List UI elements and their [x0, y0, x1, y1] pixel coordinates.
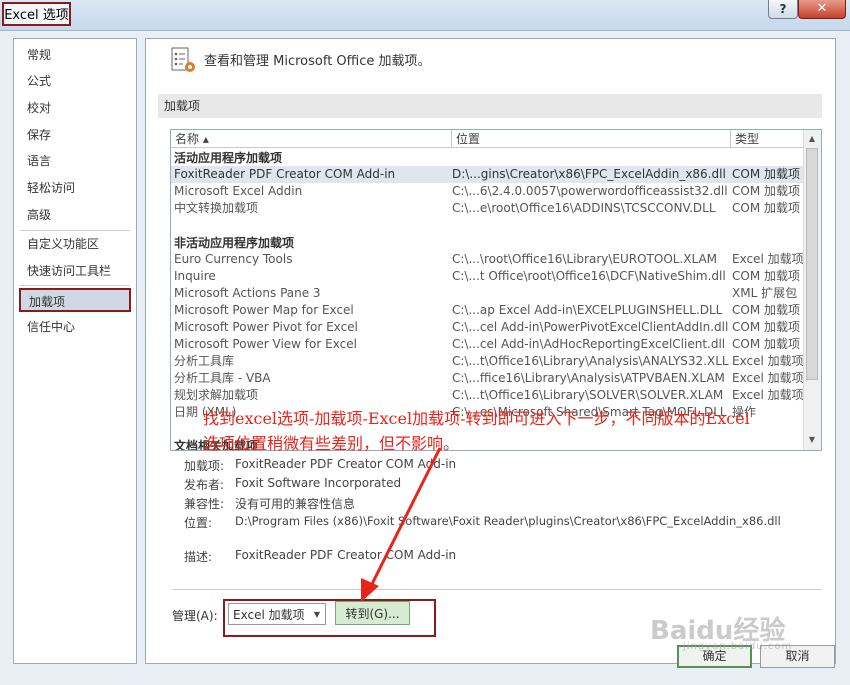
detail-value-compatibility: 没有可用的兼容性信息: [235, 497, 356, 511]
table-row[interactable]: Microsoft Excel Addin C:\...6\2.4.0.0057…: [171, 183, 805, 200]
options-nav: 常规 公式 校对 保存 语言 轻松访问 高级 自定义功能区 快速访问工具栏 加载…: [13, 38, 137, 664]
cell-name: Euro Currency Tools: [174, 252, 293, 266]
nav-item-formulas[interactable]: 公式: [19, 69, 131, 93]
detail-value-location: D:\Program Files (x86)\Foxit Software\Fo…: [235, 514, 781, 528]
nav-item-save[interactable]: 保存: [19, 123, 131, 147]
table-row[interactable]: 分析工具库 - VBA C:\...ffice16\Library\Analys…: [171, 370, 805, 387]
detail-label-addin: 加载项:: [184, 459, 225, 473]
nav-item-trust-center[interactable]: 信任中心: [19, 315, 131, 339]
cell-type: Excel 加载项: [732, 252, 804, 266]
table-row[interactable]: Inquire C:\...t Office\root\Office16\DCF…: [171, 268, 805, 285]
table-row[interactable]: 分析工具库 C:\...t\Office16\Library\Analysis\…: [171, 353, 805, 370]
cell-name: 分析工具库 - VBA: [174, 371, 271, 385]
cell-type: COM 加载项: [732, 167, 800, 181]
cell-name: 分析工具库: [174, 354, 235, 368]
cell-location: C:\...t Office\root\Office16\DCF\NativeS…: [452, 269, 726, 283]
cell-name: Microsoft Actions Pane 3: [174, 286, 321, 300]
cell-location: C:\...\root\Office16\Library\EUROTOOL.XL…: [452, 252, 718, 266]
cell-type: Excel 加载项: [732, 388, 804, 402]
cell-location: C:\...t\Office16\Library\Analysis\ANALYS…: [452, 354, 729, 368]
chevron-down-icon: ▼: [313, 610, 320, 619]
cell-name: Microsoft Power Pivot for Excel: [174, 320, 358, 334]
cell-name: Microsoft Power View for Excel: [174, 337, 357, 351]
section-title: 加载项: [158, 94, 822, 118]
title-bar: [0, 0, 850, 31]
table-row[interactable]: Euro Currency Tools C:\...\root\Office16…: [171, 251, 805, 268]
watermark-url: jingyan.baidu.com: [683, 641, 793, 652]
detail-label-location: 位置:: [184, 516, 213, 530]
cell-location: C:\...cel Add-in\AdHocReportingExcelClie…: [452, 337, 726, 351]
nav-item-general[interactable]: 常规: [19, 43, 131, 67]
table-row[interactable]: FoxitReader PDF Creator COM Add-in D:\..…: [171, 166, 805, 183]
manage-select-value: Excel 加载项: [233, 608, 305, 622]
cell-name: Inquire: [174, 269, 216, 283]
nav-item-quick-access-toolbar[interactable]: 快速访问工具栏: [19, 259, 131, 283]
cell-location: C:\...6\2.4.0.0057\powerwordofficeassist…: [452, 184, 728, 198]
cell-name: Microsoft Excel Addin: [174, 184, 303, 198]
group-inactive-addins: 非活动应用程序加载项: [174, 236, 295, 250]
group-active-addins: 活动应用程序加载项: [174, 151, 283, 165]
cell-name: FoxitReader PDF Creator COM Add-in: [174, 167, 396, 181]
arrow-icon: [361, 447, 442, 602]
table-row[interactable]: Microsoft Actions Pane 3 XML 扩展包: [171, 285, 805, 302]
cell-type: XML 扩展包: [732, 286, 798, 300]
nav-item-language[interactable]: 语言: [19, 149, 131, 173]
cell-location: C:\...cel Add-in\PowerPivotExcelClientAd…: [452, 320, 729, 334]
window-title: Excel 选项: [2, 2, 71, 26]
cell-type: COM 加载项: [732, 269, 800, 283]
column-header-location[interactable]: 位置: [452, 130, 731, 148]
detail-label-publisher: 发布者:: [184, 478, 225, 492]
nav-item-accessibility[interactable]: 轻松访问: [19, 176, 131, 200]
cell-type: COM 加载项: [732, 320, 800, 334]
manage-select[interactable]: Excel 加载项 ▼: [228, 603, 326, 625]
addins-icon: [171, 47, 195, 72]
cell-location: C:\...e\root\Office16\ADDINS\TCSCCONV.DL…: [452, 201, 716, 215]
scroll-thumb[interactable]: [806, 148, 818, 380]
close-button[interactable]: ✕: [798, 0, 846, 19]
cell-type: COM 加载项: [732, 303, 800, 317]
scroll-up-icon[interactable]: ▲: [804, 131, 820, 147]
page-heading: 查看和管理 Microsoft Office 加载项。: [204, 54, 431, 69]
cell-type: COM 加载项: [732, 201, 800, 215]
nav-item-addins[interactable]: 加载项: [19, 288, 131, 312]
cell-location: C:\...t\Office16\Library\SOLVER\SOLVER.X…: [452, 388, 724, 402]
help-button[interactable]: ?: [768, 0, 798, 19]
nav-divider: [20, 285, 130, 286]
detail-label-compatibility: 兼容性:: [184, 497, 225, 511]
column-header-type[interactable]: 类型: [731, 130, 805, 148]
nav-item-advanced[interactable]: 高级: [19, 203, 131, 227]
cell-type: Excel 加载项: [732, 371, 804, 385]
table-row[interactable]: Microsoft Power Pivot for Excel C:\...ce…: [171, 319, 805, 336]
table-row[interactable]: 规划求解加载项 C:\...t\Office16\Library\SOLVER\…: [171, 387, 805, 404]
manage-label: 管理(A):: [172, 609, 218, 623]
table-row[interactable]: Microsoft Power View for Excel C:\...cel…: [171, 336, 805, 353]
cell-location: C:\...ap Excel Add-in\EXCELPLUGINSHELL.D…: [452, 303, 723, 317]
cell-name: 规划求解加载项: [174, 388, 259, 402]
cell-type: COM 加载项: [732, 184, 800, 198]
cell-location: D:\...gins\Creator\x86\FPC_ExcelAddin_x8…: [452, 167, 726, 181]
table-row[interactable]: 中文转换加载项 C:\...e\root\Office16\ADDINS\TCS…: [171, 200, 805, 217]
table-scrollbar[interactable]: ▲ ▼: [803, 130, 821, 450]
nav-item-customize-ribbon[interactable]: 自定义功能区: [19, 232, 131, 256]
cell-name: 中文转换加载项: [174, 201, 259, 215]
scroll-down-icon[interactable]: ▼: [804, 432, 820, 448]
cell-location: C:\...ffice16\Library\Analysis\ATPVBAEN.…: [452, 371, 725, 385]
detail-label-description: 描述:: [184, 550, 213, 564]
table-row[interactable]: Microsoft Power Map for Excel C:\...ap E…: [171, 302, 805, 319]
column-header-name[interactable]: 名称 ▴: [171, 130, 452, 148]
cell-type: Excel 加载项: [732, 354, 804, 368]
addins-table[interactable]: 名称 ▴ 位置 类型 活动应用程序加载项 FoxitReader PDF Cre…: [170, 129, 822, 451]
annotation-text: 找到excel选项-加载项-Excel加载项-转到即可进入下一步，不同版本的Ex…: [203, 409, 750, 428]
nav-item-proofing[interactable]: 校对: [19, 96, 131, 120]
cell-type: COM 加载项: [732, 337, 800, 351]
nav-divider: [20, 230, 130, 231]
cell-name: Microsoft Power Map for Excel: [174, 303, 354, 317]
divider: [172, 589, 822, 590]
